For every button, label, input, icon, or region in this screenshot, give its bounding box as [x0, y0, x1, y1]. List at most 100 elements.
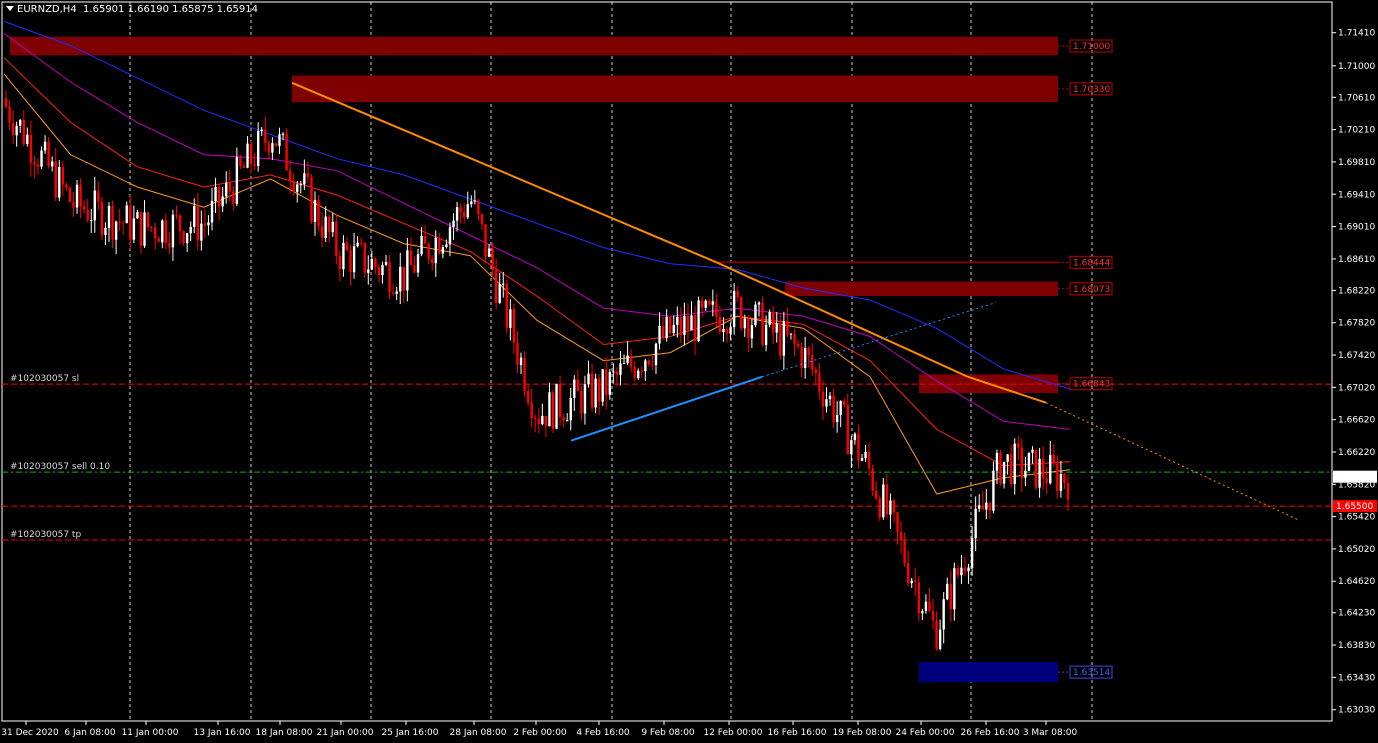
candle-body [708, 300, 711, 305]
candle-body [388, 262, 391, 293]
candle-body [679, 316, 683, 335]
candle-body [608, 371, 612, 395]
candle-body [864, 452, 867, 459]
candle-body [590, 373, 594, 408]
candle-body [597, 378, 601, 402]
price-chart[interactable]: 1.71000 1.70330 1.68444 1.68073 1.66843 1.635… [0, 0, 1378, 743]
candle-body [860, 458, 864, 461]
candle-body [672, 324, 675, 334]
candle-body [779, 323, 782, 356]
candle-body [601, 369, 604, 402]
candle-body [786, 321, 789, 335]
candle-body [839, 400, 842, 416]
candle-body [924, 601, 928, 612]
level-price-tag-text: 1.65500 [1336, 502, 1373, 512]
y-tick-label: 1.63430 [1338, 673, 1375, 683]
candle-body [33, 162, 36, 165]
candle-body [992, 470, 995, 511]
candle-body [217, 186, 221, 207]
candle-body [100, 201, 104, 236]
candle-body [399, 266, 402, 292]
candle-body [157, 238, 160, 243]
candle-body [828, 395, 832, 400]
candle-body [789, 333, 793, 335]
trendline[interactable] [291, 81, 1047, 404]
x-tick-label: 19 Feb 08:00 [832, 728, 891, 738]
candle-body [61, 166, 65, 185]
candle-body [367, 269, 370, 273]
zone-rect [292, 75, 1058, 103]
candle-body [4, 98, 8, 107]
candle-body [313, 199, 317, 222]
y-tick-label: 1.70610 [1338, 93, 1375, 103]
candle-body [310, 177, 313, 222]
candle-body [427, 243, 430, 259]
candle-body [978, 505, 981, 509]
candle-body [1027, 452, 1031, 471]
candle-body [832, 395, 835, 423]
x-tick-label: 26 Feb 16:00 [960, 728, 1019, 738]
candle-body [423, 235, 427, 244]
candle-body [633, 366, 636, 378]
zone-rect [785, 281, 1058, 297]
candle-body [352, 246, 356, 273]
candle-body [349, 250, 352, 273]
candle-body [459, 207, 462, 213]
candle-body [647, 360, 651, 365]
candle-body [1013, 443, 1016, 485]
candle-body [207, 222, 210, 226]
x-tick-label: 3 Mar 08:00 [1023, 728, 1078, 738]
candle-body [985, 502, 988, 510]
candle-body [534, 418, 537, 420]
x-tick-label: 25 Jan 16:00 [382, 728, 439, 738]
candle-body [153, 227, 157, 239]
candle-body [690, 315, 693, 331]
candle-body [640, 370, 643, 372]
candle-body [857, 433, 860, 461]
candle-body [150, 227, 153, 229]
candle-body [768, 311, 771, 325]
candle-body [665, 316, 668, 339]
y-tick-label: 1.65420 [1338, 513, 1375, 523]
candle-body [619, 363, 622, 375]
candle-body [555, 383, 558, 429]
candle-body [377, 266, 381, 276]
candle-body [278, 134, 281, 147]
candle-body [1024, 470, 1027, 478]
candle-body [878, 498, 881, 518]
candle-body [747, 318, 750, 339]
candle-body [946, 583, 949, 600]
candle-body [402, 266, 406, 291]
candle-body [391, 292, 395, 294]
candle-body [793, 333, 796, 344]
candle-body [516, 342, 519, 365]
candle-body [104, 227, 107, 236]
candle-body [569, 398, 572, 421]
candle-body [931, 610, 935, 621]
candle-body [11, 122, 15, 136]
candle-body [548, 392, 551, 427]
candle-body [320, 226, 324, 238]
candle-body [264, 129, 267, 143]
candle-body [338, 256, 342, 270]
candle-body [409, 250, 413, 266]
candle-body [949, 583, 952, 610]
candle-body [885, 484, 889, 515]
candle-body [896, 512, 899, 532]
candle-body [637, 370, 640, 378]
candle-body [1049, 454, 1052, 484]
candle-body [960, 567, 963, 576]
candle-body [526, 391, 530, 403]
candle-body [871, 468, 874, 491]
trendline-extension [761, 302, 997, 378]
candle-body [15, 125, 18, 136]
y-tick-label: 1.64620 [1338, 577, 1375, 587]
candle-body [416, 254, 420, 273]
candle-body [1020, 447, 1024, 478]
plot-frame [1, 1, 1333, 722]
candle-body [502, 283, 505, 285]
candle-body [342, 242, 345, 270]
zone-rect [919, 662, 1058, 683]
candle-body [612, 371, 615, 373]
candle-body [764, 324, 768, 346]
